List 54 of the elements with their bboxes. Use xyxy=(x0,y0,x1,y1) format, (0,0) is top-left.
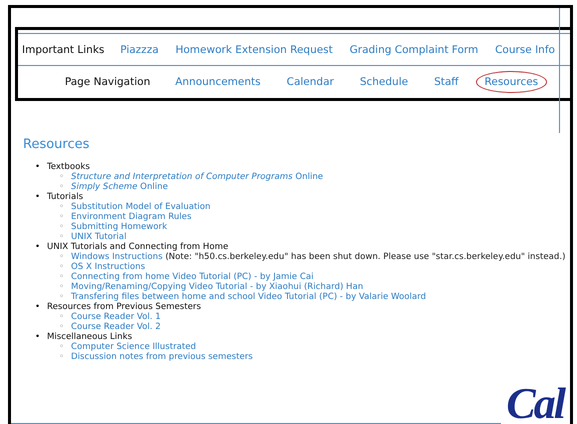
resource-link[interactable]: Structure and Interpretation of Computer Programs Online xyxy=(71,172,324,182)
resource-link[interactable]: Submitting Homework xyxy=(71,222,168,232)
bullet: ◦ xyxy=(59,322,66,332)
bullet: ◦ xyxy=(59,172,66,182)
resource-link[interactable]: OS X Instructions xyxy=(71,262,146,272)
bullet: ◦ xyxy=(59,182,66,192)
resource-link[interactable]: Connecting from home Video Tutorial (PC) - by Jamie Cai xyxy=(71,272,314,282)
bullet: ◦ xyxy=(59,292,66,302)
bullet: • xyxy=(35,302,42,312)
bullet: ◦ xyxy=(59,272,66,282)
resource-link[interactable]: Transfering files between home and school Video Tutorial (PC) - by Valarie Woolard xyxy=(71,292,426,302)
resource-link[interactable]: UNIX Tutorial xyxy=(71,232,126,242)
logo: Cal xyxy=(506,382,566,424)
bullet: • xyxy=(35,192,42,202)
bullet: ◦ xyxy=(59,312,66,322)
nav-link[interactable]: Resources xyxy=(476,70,548,92)
resource-link[interactable]: Computer Science Illustrated xyxy=(71,342,196,352)
bullet: • xyxy=(35,162,42,172)
bullet: ◦ xyxy=(59,212,66,222)
nav-link[interactable]: Piazzza xyxy=(111,38,168,60)
resource-link[interactable]: Environment Diagram Rules xyxy=(71,212,192,222)
nav-label: Page Navigation xyxy=(64,76,150,88)
resource-link[interactable]: Course Reader Vol. 1 xyxy=(71,312,161,322)
bullet: ◦ xyxy=(59,232,66,242)
bullet: ◦ xyxy=(59,222,66,232)
bullet: ◦ xyxy=(59,202,66,212)
bullet: ◦ xyxy=(59,352,66,362)
resource-link[interactable]: Discussion notes from previous semesters xyxy=(71,352,253,362)
nav-link[interactable]: Staff xyxy=(425,70,468,92)
nav-link[interactable]: Homework Extension Request xyxy=(166,38,342,60)
nav-link[interactable]: Schedule xyxy=(350,70,418,92)
bullet: • xyxy=(35,332,42,342)
section-title: Textbooks xyxy=(47,162,90,172)
bullet: ◦ xyxy=(59,342,66,352)
section-title: Resources from Previous Semesters xyxy=(47,302,201,312)
section-title: Miscellaneous Links xyxy=(47,332,132,342)
page-heading: Resources xyxy=(23,137,90,152)
nav-label: Important Links xyxy=(22,44,104,56)
bullet: ◦ xyxy=(59,262,66,272)
section-title: Tutorials xyxy=(47,192,84,202)
nav-link[interactable]: Calendar xyxy=(278,70,343,92)
bullet: ◦ xyxy=(59,282,66,292)
bullet: • xyxy=(35,242,42,252)
resource-link[interactable]: Course Reader Vol. 2 xyxy=(71,322,161,332)
bullet: ◦ xyxy=(59,252,66,262)
nav-link[interactable]: Grading Complaint Form xyxy=(340,38,488,60)
resource-link[interactable]: Substitution Model of Evaluation xyxy=(71,202,210,212)
section-title: UNIX Tutorials and Connecting from Home xyxy=(47,242,228,252)
link-note: (Note: "h50.cs.berkeley.edu" has been shut down. Please use "star.cs.berkeley.edu" instead.) xyxy=(165,252,566,262)
nav-link[interactable]: Announcements xyxy=(166,70,270,92)
resource-link[interactable]: Simply Scheme Online xyxy=(71,182,168,192)
resource-link[interactable]: Windows Instructions xyxy=(71,252,163,262)
nav-link[interactable]: Course Info xyxy=(486,38,564,60)
resource-link[interactable]: Moving/Renaming/Copying Video Tutorial - by Xiaohui (Richard) Han xyxy=(71,282,364,292)
